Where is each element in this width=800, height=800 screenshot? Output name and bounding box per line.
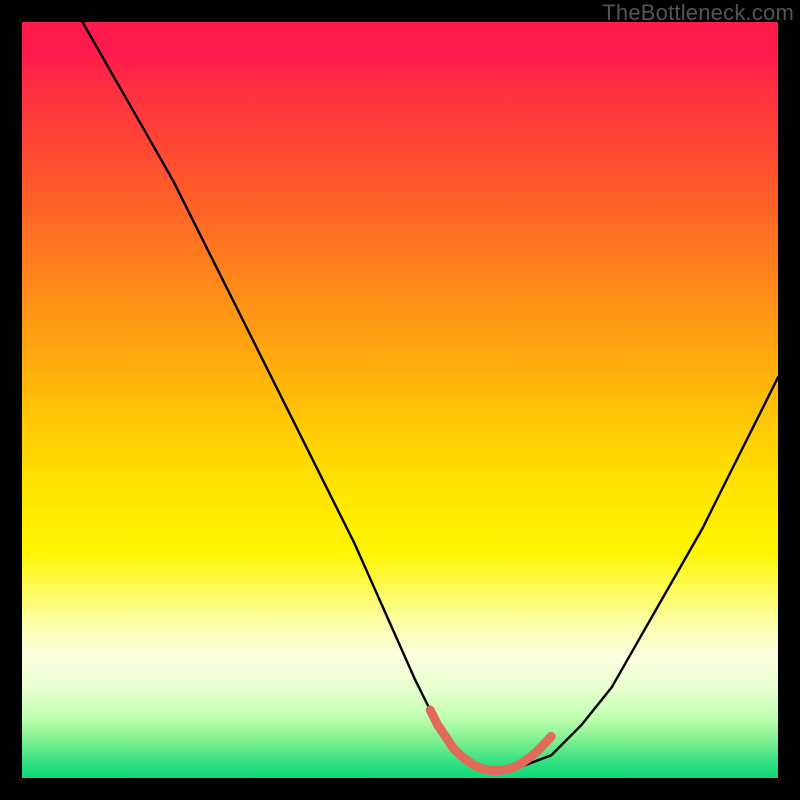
- chart-frame: TheBottleneck.com: [0, 0, 800, 800]
- watermark-text: TheBottleneck.com: [602, 0, 794, 26]
- chart-plot-area: [22, 22, 778, 778]
- bottleneck-curve: [83, 22, 779, 770]
- chart-svg: [22, 22, 778, 778]
